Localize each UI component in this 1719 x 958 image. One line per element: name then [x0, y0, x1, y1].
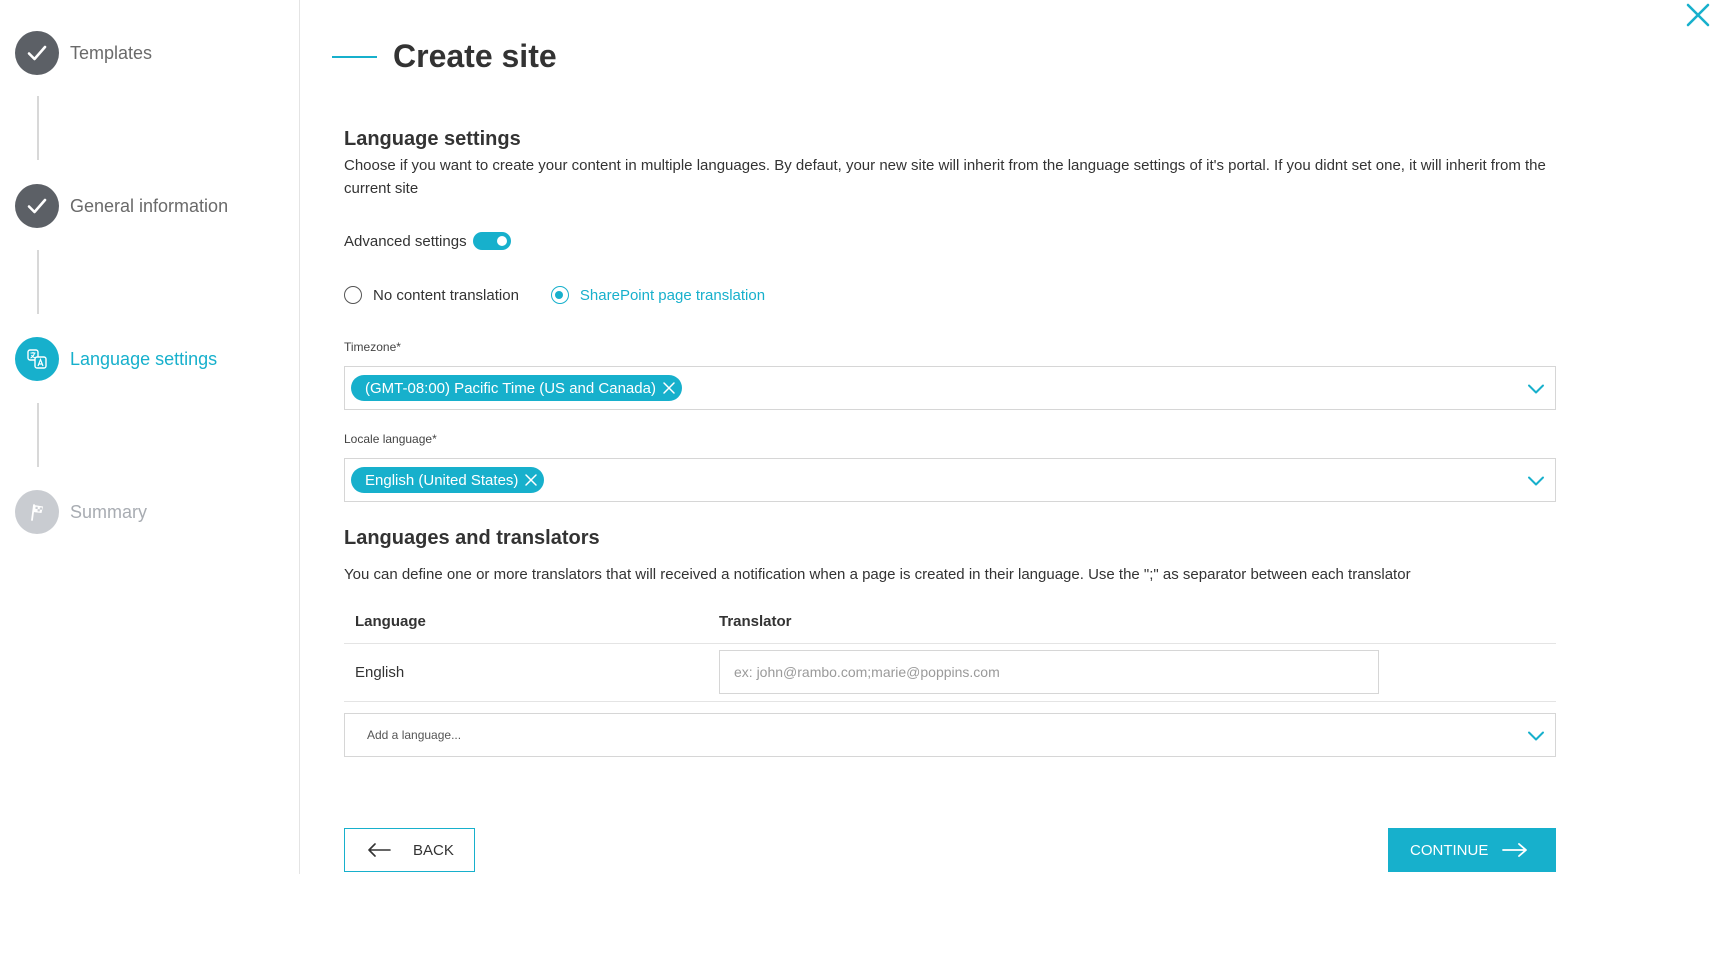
toggle-knob	[496, 236, 507, 246]
language-settings-section: Language settings Choose if you want to …	[344, 128, 1556, 200]
continue-button-label: CONTINUE	[1410, 841, 1489, 859]
radio-label: SharePoint page translation	[579, 286, 766, 304]
back-button-label: BACK	[413, 841, 454, 859]
step-templates[interactable]: Templates	[15, 31, 152, 75]
radio-no-content-translation[interactable]: No content translation	[344, 286, 519, 304]
check-icon	[27, 198, 47, 214]
remove-chip-icon[interactable]	[524, 473, 538, 487]
check-icon	[27, 45, 47, 61]
step-summary[interactable]: Summary	[15, 490, 147, 534]
chip-text: (GMT-08:00) Pacific Time (US and Canada)	[365, 379, 656, 397]
close-button[interactable]	[1685, 2, 1711, 28]
title-accent-line	[332, 56, 377, 58]
section-title: Language settings	[344, 128, 521, 150]
step-done-badge	[15, 184, 59, 228]
translate-icon	[27, 349, 47, 369]
section-description: Choose if you want to create your conten…	[344, 157, 1546, 197]
step-label: Templates	[70, 42, 153, 63]
table-row: English	[344, 644, 1556, 702]
chevron-down-icon[interactable]	[1527, 727, 1545, 745]
page-title: Create site	[393, 38, 557, 74]
add-language-placeholder: Add a language...	[367, 728, 462, 742]
section-title: Languages and translators	[344, 527, 600, 549]
translators-table-header: Language Translator	[344, 608, 1556, 644]
locale-language-select[interactable]: English (United States)	[344, 458, 1556, 502]
locale-language-label: Locale language*	[344, 432, 437, 446]
timezone-label: Timezone*	[344, 340, 401, 354]
step-done-badge	[15, 31, 59, 75]
step-pending-badge	[15, 490, 59, 534]
timezone-select[interactable]: (GMT-08:00) Pacific Time (US and Canada)	[344, 366, 1556, 410]
flag-icon	[31, 504, 43, 521]
translation-mode-group: No content translation SharePoint page t…	[344, 286, 797, 304]
step-label: Language settings	[70, 348, 218, 369]
advanced-settings-label: Advanced settings	[344, 232, 467, 250]
step-connector	[37, 403, 39, 467]
advanced-settings-row: Advanced settings	[344, 232, 511, 250]
radio-sharepoint-page-translation[interactable]: SharePoint page translation	[550, 286, 766, 304]
continue-button[interactable]: CONTINUE	[1388, 828, 1556, 872]
back-button[interactable]: BACK	[344, 828, 475, 872]
add-language-select[interactable]: Add a language...	[344, 713, 1556, 757]
wizard-sidebar: Templates General information Language s…	[0, 0, 300, 874]
locale-chip: English (United States)	[351, 467, 545, 493]
step-label: Summary	[70, 501, 148, 522]
radio-label: No content translation	[373, 286, 519, 304]
column-header-language: Language	[355, 613, 426, 630]
translator-input[interactable]	[719, 650, 1379, 694]
arrow-right-icon	[1502, 843, 1528, 857]
timezone-chip: (GMT-08:00) Pacific Time (US and Canada)	[351, 375, 682, 401]
chevron-down-icon[interactable]	[1527, 472, 1545, 490]
language-cell: English	[355, 664, 405, 681]
step-connector	[37, 250, 39, 314]
step-general-information[interactable]: General information	[15, 184, 228, 228]
arrow-left-icon	[368, 843, 391, 857]
step-connector	[37, 96, 39, 160]
section-description: You can define one or more translators t…	[344, 566, 1411, 583]
chevron-down-icon[interactable]	[1527, 380, 1545, 398]
advanced-settings-toggle[interactable]	[472, 232, 511, 250]
column-header-translator: Translator	[719, 613, 792, 630]
close-icon	[1686, 3, 1710, 27]
chip-text: English (United States)	[365, 471, 519, 489]
step-active-badge	[15, 337, 59, 381]
translators-section: Languages and translators You can define…	[344, 527, 1556, 586]
step-label: General information	[70, 195, 229, 216]
radio-button[interactable]	[344, 286, 362, 304]
radio-button[interactable]	[550, 286, 569, 304]
remove-chip-icon[interactable]	[662, 381, 676, 395]
step-language-settings[interactable]: Language settings	[15, 337, 217, 381]
